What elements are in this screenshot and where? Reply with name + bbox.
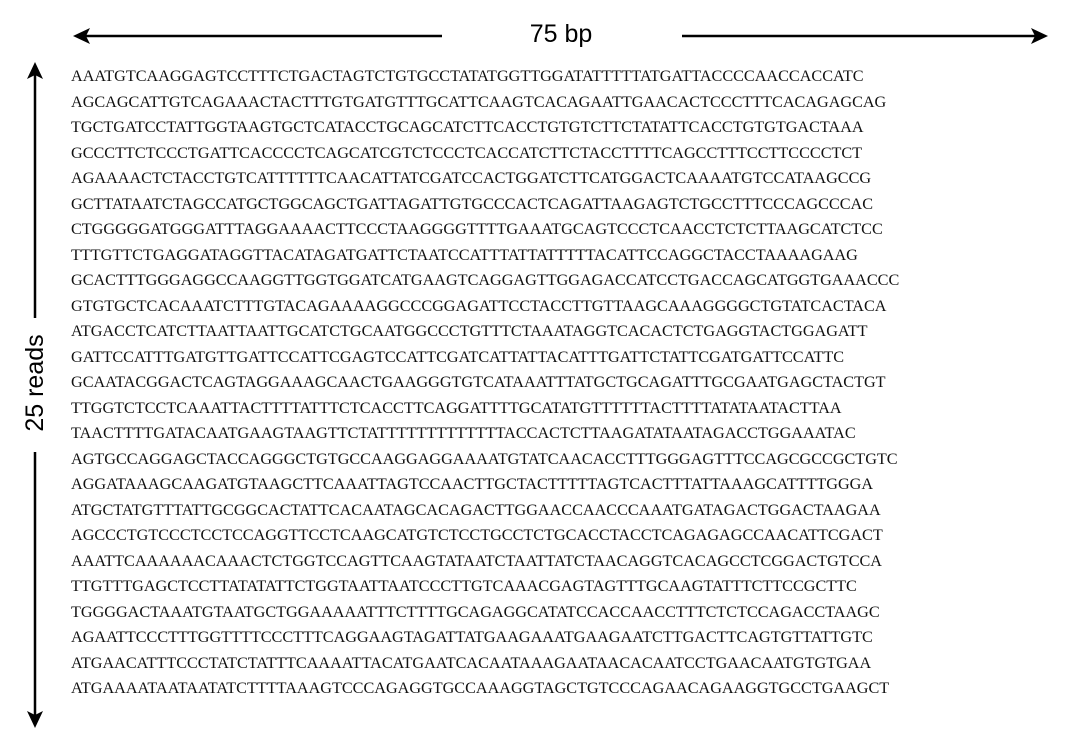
read-row: CTGGGGGATGGGATTTAGGAAAACTTCCCTAAGGGGTTTT… bbox=[71, 220, 883, 238]
read-row: AGGATAAAGCAAGATGTAAGCTTCAAATTAGTCCAACTTG… bbox=[71, 475, 874, 493]
read-row: AGAATTCCCTTTGGTTTTCCCTTTCAGGAAGTAGATTATG… bbox=[71, 628, 873, 646]
read-row: AAATTCAAAAAACAAACTCTGGTCCAGTTCAAGTATAATC… bbox=[71, 551, 882, 570]
read-row: TTTGTTCTGAGGATAGGTTACATAGATGATTCTAATCCAT… bbox=[71, 245, 858, 264]
read-row: ATGAACATTTCCCTATCTATTTCAAAATTACATGAATCAC… bbox=[71, 653, 872, 672]
read-row: AGCAGCATTGTCAGAAACTACTTTGTGATGTTTGCATTCA… bbox=[71, 92, 887, 111]
read-row: GCAATACGGACTCAGTAGGAAAGCAACTGAAGGGTGTCAT… bbox=[71, 373, 886, 391]
read-row: TGCTGATCCTATTGGTAAGTGCTCATACCTGCAGCATCTT… bbox=[71, 118, 864, 136]
height-label: 25 reads bbox=[21, 334, 49, 432]
read-row: GCCCTTCTCCCTGATTCACCCCTCAGCATCGTCTCCCTCA… bbox=[71, 143, 863, 162]
read-row: TGGGGACTAAATGTAATGCTGGAAAAATTTCTTTTGCAGA… bbox=[71, 602, 880, 621]
read-row: GTGTGCTCACAAATCTTTGTACAGAAAAGGCCCGGAGATT… bbox=[71, 296, 887, 315]
read-row: GCACTTTGGGAGGCCAAGGTTGGTGGATCATGAAGTCAGG… bbox=[71, 271, 900, 289]
read-row: GATTCCATTTGATGTTGATTCCATTCGAGTCCATTCGATC… bbox=[71, 347, 845, 366]
read-row: AGAAAACTCTACCTGTCATTTTTTCAACATTATCGATCCA… bbox=[71, 169, 872, 187]
read-row: AGTGCCAGGAGCTACCAGGGCTGTGCCAAGGAGGAAAATG… bbox=[71, 449, 898, 468]
read-row: ATGACCTCATCTTAATTAATTGCATCTGCAATGGCCCTGT… bbox=[71, 322, 868, 340]
read-row: AAATGTCAAGGAGTCCTTTCTGACTAGTCTGTGCCTATAT… bbox=[71, 67, 864, 85]
read-row: ATGAAAATAATAATATCTTTTAAAGTCCCAGAGGTGCCAA… bbox=[71, 679, 890, 697]
width-label: 75 bp bbox=[529, 20, 593, 48]
read-row: GCTTATAATCTAGCCATGCTGGCAGCTGATTAGATTGTGC… bbox=[71, 194, 874, 213]
read-row: ATGCTATGTTTATTGCGGCACTATTCACAATAGCACAGAC… bbox=[71, 500, 881, 519]
read-row: TTGTTTGAGCTCCTTATATATTCTGGTAATTAATCCCTTG… bbox=[71, 577, 857, 595]
read-row: TAACTTTTGATACAATGAAGTAAGTTCTATTTTTTTTTTT… bbox=[71, 424, 856, 442]
read-row: TTGGTCTCCTCAAATTACTTTTATTTCTCACCTTCAGGAT… bbox=[71, 398, 842, 417]
read-row: AGCCCTGTCCCTCCTCCAGGTTCCTCAAGCATGTCTCCTG… bbox=[71, 526, 883, 544]
sequence-reads: AAATGTCAAGGAGTCCTTTCTGACTAGTCTGTGCCTATAT… bbox=[71, 64, 1051, 702]
